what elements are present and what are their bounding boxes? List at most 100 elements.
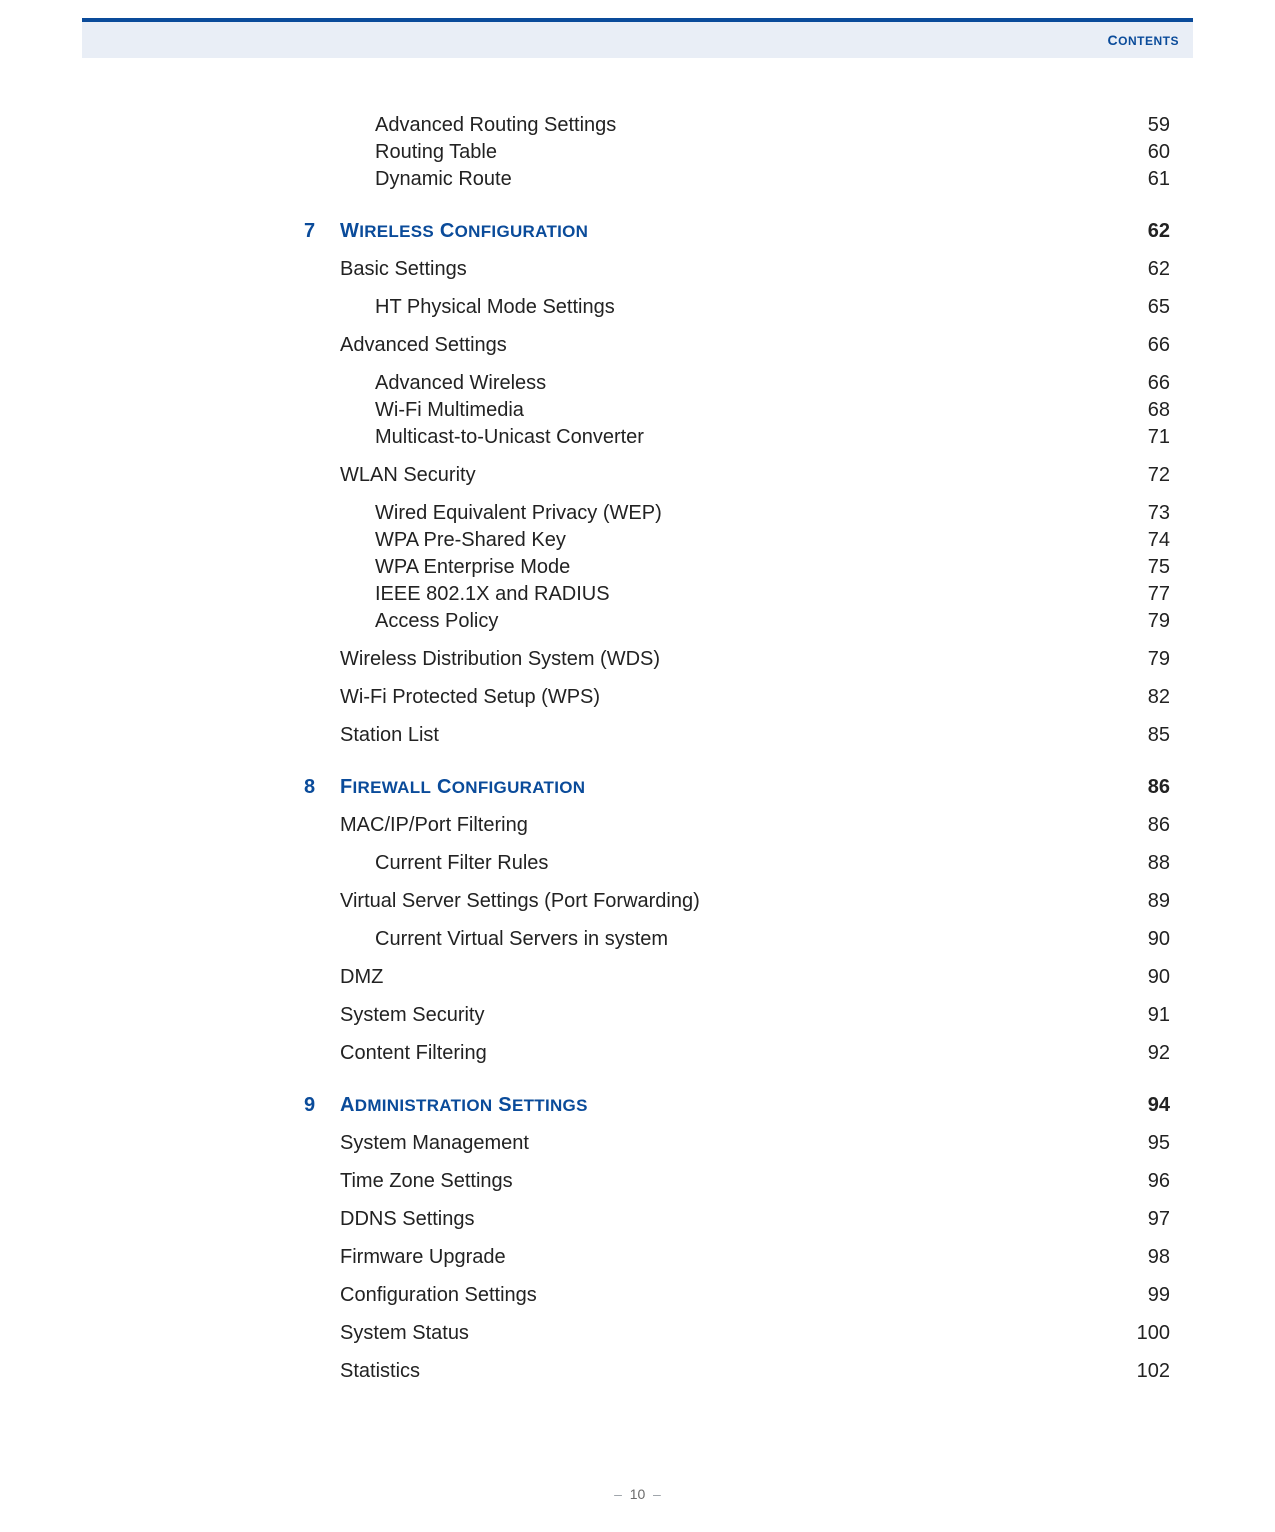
toc-entry[interactable]: Wi-Fi Protected Setup (WPS)82 xyxy=(340,687,1170,707)
toc-entry[interactable]: Basic Settings 62 xyxy=(340,259,1170,279)
toc-entry[interactable]: 8FIREWALL CONFIGURATION 86 xyxy=(304,777,1170,797)
toc-page-number: 66 xyxy=(1120,335,1170,355)
chapter-number: 7 xyxy=(304,221,340,241)
toc-page-number: 68 xyxy=(1120,400,1170,420)
chapter-title: FIREWALL CONFIGURATION xyxy=(340,776,585,798)
toc-entry[interactable]: Current Filter Rules 88 xyxy=(375,853,1170,873)
toc-entry-label: DMZ xyxy=(340,967,383,987)
toc-page-number: 88 xyxy=(1120,853,1170,873)
toc-entry[interactable]: DMZ 90 xyxy=(340,967,1170,987)
toc-entry[interactable]: Advanced Wireless66 xyxy=(375,373,1170,393)
toc-entry[interactable]: DDNS Settings 97 xyxy=(340,1209,1170,1229)
toc-entry-label: Content Filtering xyxy=(340,1043,487,1063)
toc-entry-label: WPA Pre-Shared Key xyxy=(375,530,566,550)
toc-entry[interactable]: Routing Table60 xyxy=(375,142,1170,162)
toc-entry-label: Wi-Fi Protected Setup (WPS) xyxy=(340,687,600,707)
toc-entry-label: WLAN Security xyxy=(340,465,476,485)
toc-entry[interactable]: Current Virtual Servers in system 90 xyxy=(375,929,1170,949)
toc-entry[interactable]: Configuration Settings99 xyxy=(340,1285,1170,1305)
toc-entry[interactable]: Advanced Settings 66 xyxy=(340,335,1170,355)
toc-entry-label: Advanced Settings xyxy=(340,335,507,355)
toc-entry[interactable]: WPA Pre-Shared Key 74 xyxy=(375,530,1170,550)
toc-page-number: 86 xyxy=(1120,815,1170,835)
footer-dash-right: – xyxy=(645,1486,661,1502)
toc-entry-label: 7WIRELESS CONFIGURATION xyxy=(304,221,588,241)
toc-entry-label: Wired Equivalent Privacy (WEP) xyxy=(375,503,662,523)
toc-entry[interactable]: Wi-Fi Multimedia 68 xyxy=(375,400,1170,420)
toc-page-number: 98 xyxy=(1120,1247,1170,1267)
chapter-number: 9 xyxy=(304,1095,340,1115)
toc-page-number: 79 xyxy=(1120,649,1170,669)
toc-entry[interactable]: Station List85 xyxy=(340,725,1170,745)
toc-page-number: 90 xyxy=(1120,967,1170,987)
chapter-title: ADMINISTRATION SETTINGS xyxy=(340,1094,588,1116)
header-bar: CONTENTS xyxy=(82,22,1193,58)
header-title: CONTENTS xyxy=(1108,32,1179,48)
toc-entry-label: Statistics xyxy=(340,1361,420,1381)
toc-entry-label: Wireless Distribution System (WDS) xyxy=(340,649,660,669)
toc-entry-label: Basic Settings xyxy=(340,259,467,279)
toc-entry-label: 8FIREWALL CONFIGURATION xyxy=(304,777,585,797)
toc-entry-label: Virtual Server Settings (Port Forwarding… xyxy=(340,891,700,911)
toc-entry-label: Advanced Routing Settings xyxy=(375,115,616,135)
document-page: CONTENTS Advanced Routing Settings 59 Rout… xyxy=(0,0,1275,1532)
toc-entry[interactable]: Dynamic Route61 xyxy=(375,169,1170,189)
toc-entry-label: Current Virtual Servers in system xyxy=(375,929,668,949)
toc-entry-label: Current Filter Rules xyxy=(375,853,548,873)
table-of-contents: Advanced Routing Settings 59 Routing Table… xyxy=(340,108,1170,1399)
toc-page-number: 95 xyxy=(1120,1133,1170,1153)
toc-page-number: 91 xyxy=(1120,1005,1170,1025)
toc-entry[interactable]: WPA Enterprise Mode 75 xyxy=(375,557,1170,577)
toc-entry-label: Configuration Settings xyxy=(340,1285,537,1305)
toc-page-number: 94 xyxy=(1120,1095,1170,1115)
toc-page-number: 74 xyxy=(1120,530,1170,550)
toc-entry[interactable]: Wireless Distribution System (WDS) 79 xyxy=(340,649,1170,669)
toc-entry[interactable]: MAC/IP/Port Filtering 86 xyxy=(340,815,1170,835)
toc-entry-label: MAC/IP/Port Filtering xyxy=(340,815,528,835)
toc-page-number: 86 xyxy=(1120,777,1170,797)
toc-page-number: 75 xyxy=(1120,557,1170,577)
toc-page-number: 66 xyxy=(1120,373,1170,393)
toc-page-number: 96 xyxy=(1120,1171,1170,1191)
toc-entry[interactable]: WLAN Security72 xyxy=(340,465,1170,485)
toc-entry[interactable]: 9ADMINISTRATION SETTINGS 94 xyxy=(304,1095,1170,1115)
toc-entry[interactable]: System Status100 xyxy=(340,1323,1170,1343)
toc-entry[interactable]: 7WIRELESS CONFIGURATION62 xyxy=(304,221,1170,241)
toc-page-number: 60 xyxy=(1120,142,1170,162)
toc-entry[interactable]: Access Policy79 xyxy=(375,611,1170,631)
toc-entry-label: System Management xyxy=(340,1133,529,1153)
toc-page-number: 65 xyxy=(1120,297,1170,317)
toc-entry[interactable]: Advanced Routing Settings 59 xyxy=(375,115,1170,135)
toc-page-number: 59 xyxy=(1120,115,1170,135)
toc-entry[interactable]: Firmware Upgrade98 xyxy=(340,1247,1170,1267)
toc-page-number: 102 xyxy=(1120,1361,1170,1381)
toc-page-number: 77 xyxy=(1120,584,1170,604)
toc-entry-label: System Security xyxy=(340,1005,484,1025)
page-footer: – 10 – xyxy=(0,1486,1275,1502)
toc-page-number: 90 xyxy=(1120,929,1170,949)
toc-entry-label: WPA Enterprise Mode xyxy=(375,557,570,577)
toc-entry[interactable]: Time Zone Settings 96 xyxy=(340,1171,1170,1191)
toc-entry-label: Access Policy xyxy=(375,611,498,631)
toc-entry-label: IEEE 802.1X and RADIUS xyxy=(375,584,610,604)
chapter-title: WIRELESS CONFIGURATION xyxy=(340,220,588,242)
toc-entry-label: HT Physical Mode Settings xyxy=(375,297,615,317)
toc-entry[interactable]: Virtual Server Settings (Port Forwarding… xyxy=(340,891,1170,911)
toc-entry-label: Multicast-to-Unicast Converter xyxy=(375,427,644,447)
toc-page-number: 62 xyxy=(1120,259,1170,279)
toc-entry[interactable]: Wired Equivalent Privacy (WEP)73 xyxy=(375,503,1170,523)
toc-entry[interactable]: Statistics 102 xyxy=(340,1361,1170,1381)
toc-entry[interactable]: System Management 95 xyxy=(340,1133,1170,1153)
toc-entry-label: Wi-Fi Multimedia xyxy=(375,400,524,420)
toc-entry-label: DDNS Settings xyxy=(340,1209,475,1229)
toc-entry[interactable]: IEEE 802.1X and RADIUS 77 xyxy=(375,584,1170,604)
toc-entry[interactable]: Content Filtering92 xyxy=(340,1043,1170,1063)
footer-dash-left: – xyxy=(614,1486,630,1502)
toc-entry[interactable]: System Security 91 xyxy=(340,1005,1170,1025)
toc-entry[interactable]: Multicast-to-Unicast Converter71 xyxy=(375,427,1170,447)
toc-entry-label: Dynamic Route xyxy=(375,169,512,189)
toc-entry-label: Time Zone Settings xyxy=(340,1171,513,1191)
toc-page-number: 97 xyxy=(1120,1209,1170,1229)
toc-entry[interactable]: HT Physical Mode Settings 65 xyxy=(375,297,1170,317)
chapter-number: 8 xyxy=(304,777,340,797)
